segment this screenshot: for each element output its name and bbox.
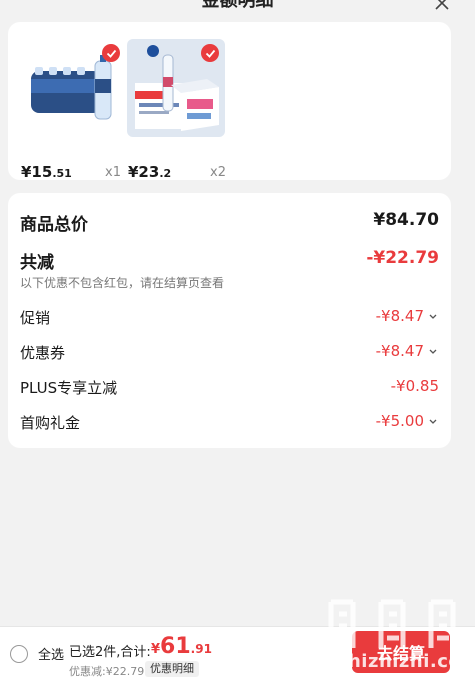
bottom-bar: 全选 已选2件,合计: ¥61.91 优惠减:¥22.79 优惠明细 去结算 <box>0 626 475 681</box>
select-all-radio[interactable] <box>10 645 28 663</box>
discount-detail-button[interactable]: 优惠明细 <box>145 661 199 677</box>
coupon-label: 优惠券 <box>20 344 66 362</box>
discount-note: 以下优惠不包含红包，请在结算页查看 <box>20 276 225 290</box>
close-icon[interactable] <box>433 0 451 12</box>
total-reduce-value: -¥22.79 <box>366 248 439 268</box>
promo-label: 促销 <box>20 309 51 327</box>
promo-row[interactable]: 促销 -¥8.47 <box>20 307 439 331</box>
selected-count: 已选2件,合计: <box>69 645 151 660</box>
discount-amount: 优惠减:¥22.79 <box>69 665 145 678</box>
total-reduce-row: 共减 -¥22.79 <box>20 248 439 273</box>
checkout-button[interactable]: 去结算 <box>352 631 450 673</box>
coupon-row[interactable]: 优惠券 -¥8.47 <box>20 342 439 366</box>
product-price: ¥15.51 <box>21 163 72 181</box>
total-price-value: ¥84.70 <box>373 210 439 230</box>
check-icon[interactable] <box>102 44 120 62</box>
check-icon[interactable] <box>201 44 219 62</box>
first-purchase-value: -¥5.00 <box>375 412 424 430</box>
promo-value: -¥8.47 <box>375 307 424 325</box>
total-reduce-label: 共减 <box>20 253 54 273</box>
chevron-down-icon[interactable] <box>428 346 438 356</box>
chevron-down-icon[interactable] <box>428 416 438 426</box>
plus-label: PLUS专享立减 <box>20 379 118 397</box>
plus-value: -¥0.85 <box>390 377 439 395</box>
product-qty: x1 <box>105 165 121 180</box>
total-sum: ¥61.91 <box>151 634 212 659</box>
select-all-label[interactable]: 全选 <box>38 644 64 663</box>
header: 金额明细 <box>0 0 475 14</box>
page-title: 金额明细 <box>201 0 274 11</box>
product-card: ¥15.51 x1 ¥23.2 x2 <box>8 22 451 181</box>
plus-row: PLUS专享立减 -¥0.85 <box>20 377 439 401</box>
summary-card: 商品总价 ¥84.70 共减 -¥22.79 以下优惠不包含红包，请在结算页查看… <box>8 193 451 448</box>
chevron-down-icon[interactable] <box>428 311 438 321</box>
product-price: ¥23.2 <box>128 163 172 181</box>
first-purchase-row[interactable]: 首购礼金 -¥5.00 <box>20 412 439 436</box>
first-purchase-label: 首购礼金 <box>20 414 81 432</box>
total-price-row: 商品总价 ¥84.70 <box>20 210 439 235</box>
coupon-value: -¥8.47 <box>375 342 424 360</box>
product-qty: x2 <box>210 165 226 180</box>
total-price-label: 商品总价 <box>20 215 88 235</box>
